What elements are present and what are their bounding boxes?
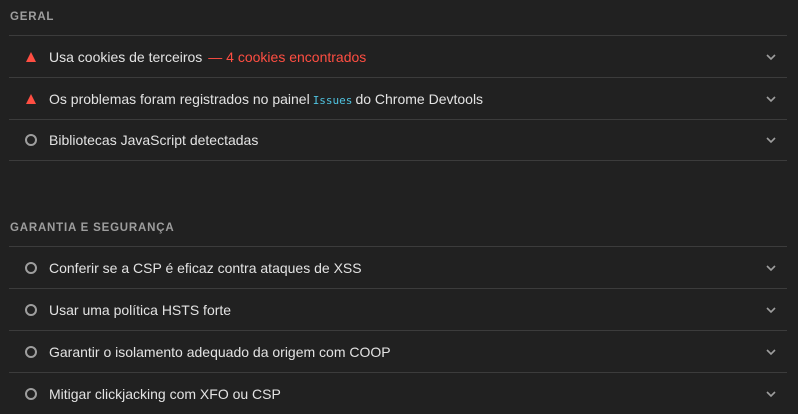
chevron-down-icon[interactable] [765,388,777,400]
audit-item-hsts[interactable]: Usar uma política HSTS forte [9,288,787,330]
circle-icon [25,303,37,316]
circle-icon [25,387,37,400]
circle-icon [25,345,37,358]
audit-item-csp-xss[interactable]: Conferir se a CSP é eficaz contra ataque… [9,246,787,288]
circle-icon [25,261,37,274]
audit-item-third-party-cookies[interactable]: Usa cookies de terceiros — 4 cookies enco… [9,35,787,77]
chevron-down-icon[interactable] [765,51,777,63]
chevron-down-icon[interactable] [765,93,777,105]
audit-title: Bibliotecas JavaScript detectadas [49,132,259,148]
chevron-down-icon[interactable] [765,262,777,274]
audit-warning-text: — 4 cookies encontrados [208,48,367,65]
audit-title: Usar uma política HSTS forte [49,301,232,318]
section-title-geral: GERAL [10,11,55,23]
audit-title-suffix: do Chrome Devtools [355,90,484,107]
audit-title: Garantir o isolamento adequado da origem… [49,343,391,360]
chevron-down-icon[interactable] [765,134,777,146]
warning-triangle-icon [25,93,37,105]
audit-title: Conferir se a CSP é eficaz contra ataque… [49,259,362,276]
audit-item-coop[interactable]: Garantir o isolamento adequado da origem… [9,330,787,372]
audit-item-label: Os problemas foram registrados no painel… [49,91,483,107]
audit-item-inspector-issues[interactable]: Os problemas foram registrados no painel… [9,77,787,119]
section-title-seguranca: GARANTIA E SEGURANÇA [10,222,175,234]
audit-panel: GERAL Usa cookies de terceiros — 4 cookie… [0,0,798,414]
audit-title: Usa cookies de terceiros [49,48,203,65]
warning-triangle-icon [25,51,37,63]
audit-title: Os problemas foram registrados no painel [49,90,310,107]
circle-icon [25,134,37,146]
chevron-down-icon[interactable] [765,346,777,358]
audit-group-seguranca: Conferir se a CSP é eficaz contra ataque… [9,246,787,414]
audit-item-clickjacking[interactable]: Mitigar clickjacking com XFO ou CSP [9,372,787,414]
chevron-down-icon[interactable] [765,304,777,316]
audit-group-geral: Usa cookies de terceiros — 4 cookies enco… [9,35,787,161]
audit-item-js-libraries[interactable]: Bibliotecas JavaScript detectadas [9,119,787,161]
audit-item-label: Usa cookies de terceiros — 4 cookies enco… [49,49,366,65]
issues-code-text: Issues [312,93,353,107]
audit-title: Mitigar clickjacking com XFO ou CSP [49,385,281,402]
